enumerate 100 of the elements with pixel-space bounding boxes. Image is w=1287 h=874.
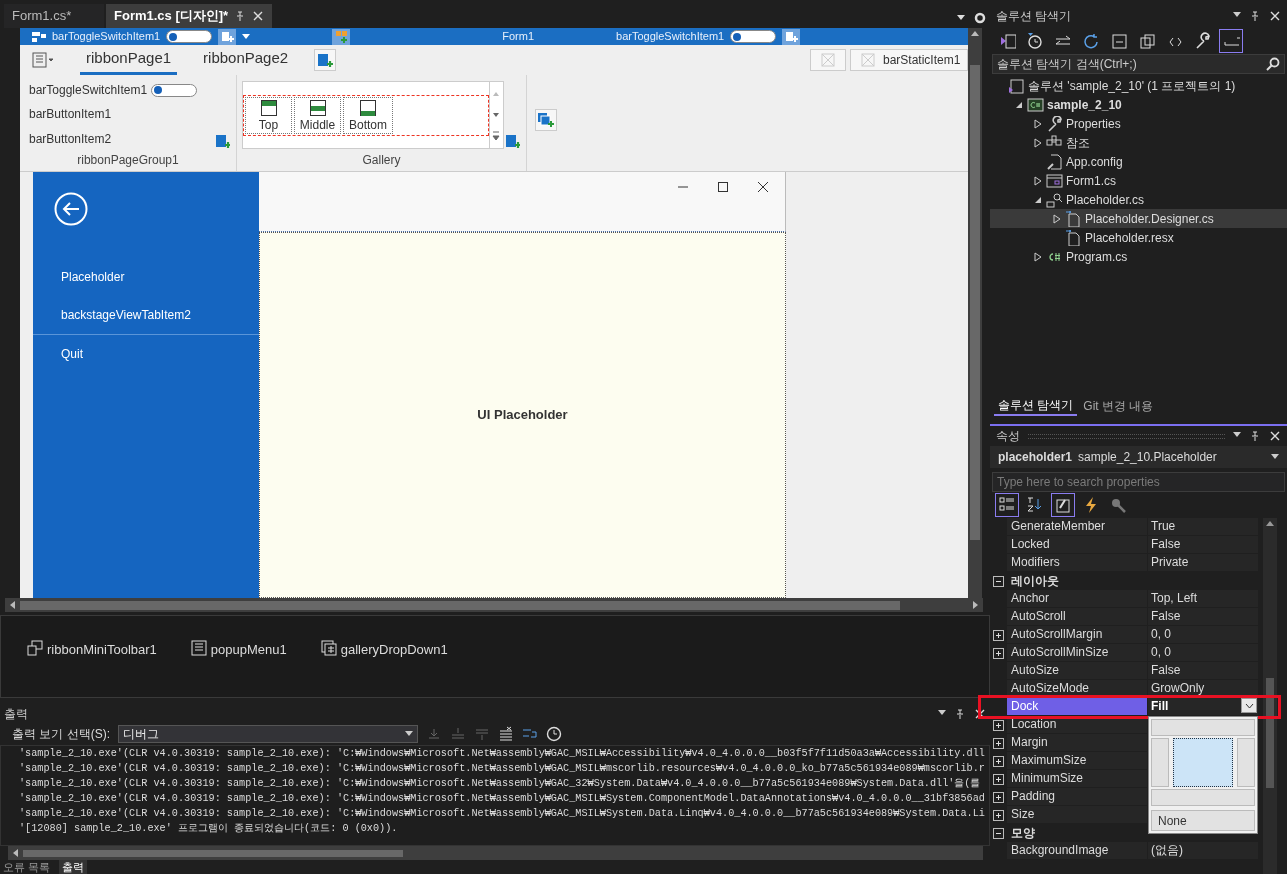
- toggle-switch[interactable]: [151, 83, 198, 97]
- collapse-icon[interactable]: [993, 575, 1004, 587]
- close-icon[interactable]: [757, 181, 769, 193]
- component-label[interactable]: ribbonMiniToolbar1: [47, 640, 157, 660]
- search-field[interactable]: Type here to search properties: [992, 472, 1285, 492]
- add-item-icon[interactable]: [782, 28, 801, 45]
- clear-all-icon[interactable]: [498, 726, 514, 742]
- gallery-item[interactable]: Bottom: [343, 97, 393, 134]
- pin-icon[interactable]: [954, 708, 966, 720]
- tree-item[interactable]: Placeholder.resx: [990, 228, 1287, 247]
- panel-tab[interactable]: 출력: [59, 860, 88, 874]
- collapse-icon[interactable]: [993, 827, 1004, 839]
- expanded-arrow-icon[interactable]: [1034, 195, 1042, 204]
- add-item-icon[interactable]: [504, 133, 520, 149]
- tree-item[interactable]: Program.cs: [990, 247, 1287, 266]
- add-page-button[interactable]: [314, 49, 337, 71]
- property-name[interactable]: BackgroundImage: [1007, 842, 1148, 860]
- gallery-item[interactable]: Top: [245, 97, 292, 134]
- tree-item[interactable]: Properties: [990, 114, 1287, 133]
- dropdown-icon[interactable]: [938, 708, 946, 716]
- alphabetical-icon[interactable]: [1026, 496, 1044, 514]
- gallery-item[interactable]: Middle: [294, 97, 341, 134]
- backstage-button[interactable]: Quit: [33, 335, 259, 373]
- ribbon-tab[interactable]: ribbonPage1: [80, 45, 178, 75]
- add-item-icon[interactable]: [218, 28, 237, 45]
- ribbon-button[interactable]: barButtonItem1: [29, 105, 112, 124]
- property-name[interactable]: Dock: [1007, 698, 1148, 716]
- expand-icon[interactable]: [993, 719, 1004, 731]
- dock-fill-option[interactable]: [1173, 738, 1233, 788]
- property-name[interactable]: MaximumSize: [1007, 752, 1148, 770]
- settings-icon[interactable]: [974, 12, 986, 24]
- scrollbar-thumb[interactable]: [23, 849, 403, 857]
- property-name[interactable]: AutoScrollMargin: [1007, 626, 1148, 644]
- refresh-icon[interactable]: [1082, 32, 1100, 50]
- search-field[interactable]: 솔루션 탐색기 검색(Ctrl+;): [992, 54, 1285, 74]
- dropdown-icon[interactable]: [1233, 430, 1241, 438]
- maximize-icon[interactable]: [717, 181, 729, 193]
- ribbon-tab[interactable]: ribbonPage2: [197, 45, 295, 75]
- scrollbar-thumb[interactable]: [20, 600, 900, 610]
- back-icon[interactable]: [54, 192, 88, 226]
- scroll-left-icon[interactable]: [8, 600, 16, 610]
- dropdown-icon[interactable]: [956, 12, 966, 22]
- wrench-icon[interactable]: [1194, 32, 1212, 50]
- collapsed-arrow-icon[interactable]: [1034, 251, 1042, 262]
- static-item-button[interactable]: barStaticItem1: [850, 49, 968, 71]
- backstage-tab[interactable]: Placeholder: [33, 258, 259, 296]
- component-label[interactable]: popupMenu1: [210, 640, 287, 660]
- pin-icon[interactable]: [1249, 430, 1261, 442]
- panel-tab[interactable]: Git 변경 내용: [1079, 396, 1158, 416]
- property-name[interactable]: Anchor: [1007, 590, 1148, 608]
- tree-item[interactable]: Placeholder.Designer.cs: [990, 209, 1287, 228]
- editor-tab[interactable]: Form1.cs [디자인]*: [106, 4, 273, 28]
- expand-icon[interactable]: [993, 755, 1004, 767]
- property-value[interactable]: (없음): [1148, 842, 1258, 860]
- scroll-right-icon[interactable]: [972, 600, 980, 610]
- expand-icon[interactable]: [993, 773, 1004, 785]
- dropdown-icon[interactable]: [1233, 9, 1241, 18]
- expand-icon[interactable]: [993, 737, 1004, 749]
- property-name[interactable]: GenerateMember: [1007, 518, 1148, 536]
- collapsed-arrow-icon[interactable]: [1053, 213, 1061, 224]
- property-name[interactable]: AutoScroll: [1007, 608, 1148, 626]
- component-label[interactable]: galleryDropDown1: [340, 640, 448, 660]
- scrollbar-thumb[interactable]: [1266, 678, 1274, 788]
- collapse-all-icon[interactable]: [1110, 32, 1128, 50]
- add-group-button[interactable]: [535, 109, 557, 131]
- ribbon-button[interactable]: barButtonItem2: [29, 129, 112, 148]
- collapsed-arrow-icon[interactable]: [1034, 175, 1042, 186]
- pin-icon[interactable]: [1249, 9, 1261, 22]
- clock-icon[interactable]: [546, 726, 562, 742]
- property-value[interactable]: False: [1148, 536, 1258, 554]
- caret-icon[interactable]: [242, 33, 251, 40]
- history-icon[interactable]: [1026, 32, 1044, 50]
- property-value[interactable]: 0, 0: [1148, 626, 1258, 644]
- tree-item[interactable]: 참조: [990, 133, 1287, 152]
- tree-item[interactable]: Form1.cs: [990, 171, 1287, 190]
- tree-item[interactable]: sample_2_10: [990, 95, 1287, 114]
- scroll-left-icon[interactable]: [11, 848, 19, 858]
- property-value[interactable]: Fill: [1148, 698, 1258, 716]
- copy-icon[interactable]: [1138, 32, 1156, 50]
- property-name[interactable]: Locked: [1007, 536, 1148, 554]
- property-name[interactable]: AutoScrollMinSize: [1007, 644, 1148, 662]
- dropdown-button[interactable]: [1241, 698, 1257, 713]
- editor-tab[interactable]: Form1.cs*: [4, 4, 104, 28]
- backstage-tab[interactable]: backstageViewTabItem2: [33, 296, 259, 334]
- add-item-icon[interactable]: [214, 133, 230, 149]
- output-source-dropdown[interactable]: 디버그: [118, 725, 418, 743]
- property-name[interactable]: Size: [1007, 806, 1148, 824]
- dock-none-option[interactable]: None: [1151, 810, 1255, 831]
- panel-tab[interactable]: 오류 목록: [0, 860, 54, 874]
- property-value[interactable]: 0, 0: [1148, 644, 1258, 662]
- expand-icon[interactable]: [993, 629, 1004, 641]
- tree-item[interactable]: Placeholder.cs: [990, 190, 1287, 209]
- property-value[interactable]: False: [1148, 662, 1258, 680]
- scrollbar-thumb[interactable]: [970, 65, 980, 540]
- collapsed-arrow-icon[interactable]: [1034, 118, 1042, 129]
- toggle-switch[interactable]: [730, 30, 777, 43]
- expand-icon[interactable]: [993, 647, 1004, 659]
- expand-icon[interactable]: [993, 809, 1004, 821]
- categorized-icon[interactable]: [998, 496, 1016, 514]
- property-name[interactable]: AutoSize: [1007, 662, 1148, 680]
